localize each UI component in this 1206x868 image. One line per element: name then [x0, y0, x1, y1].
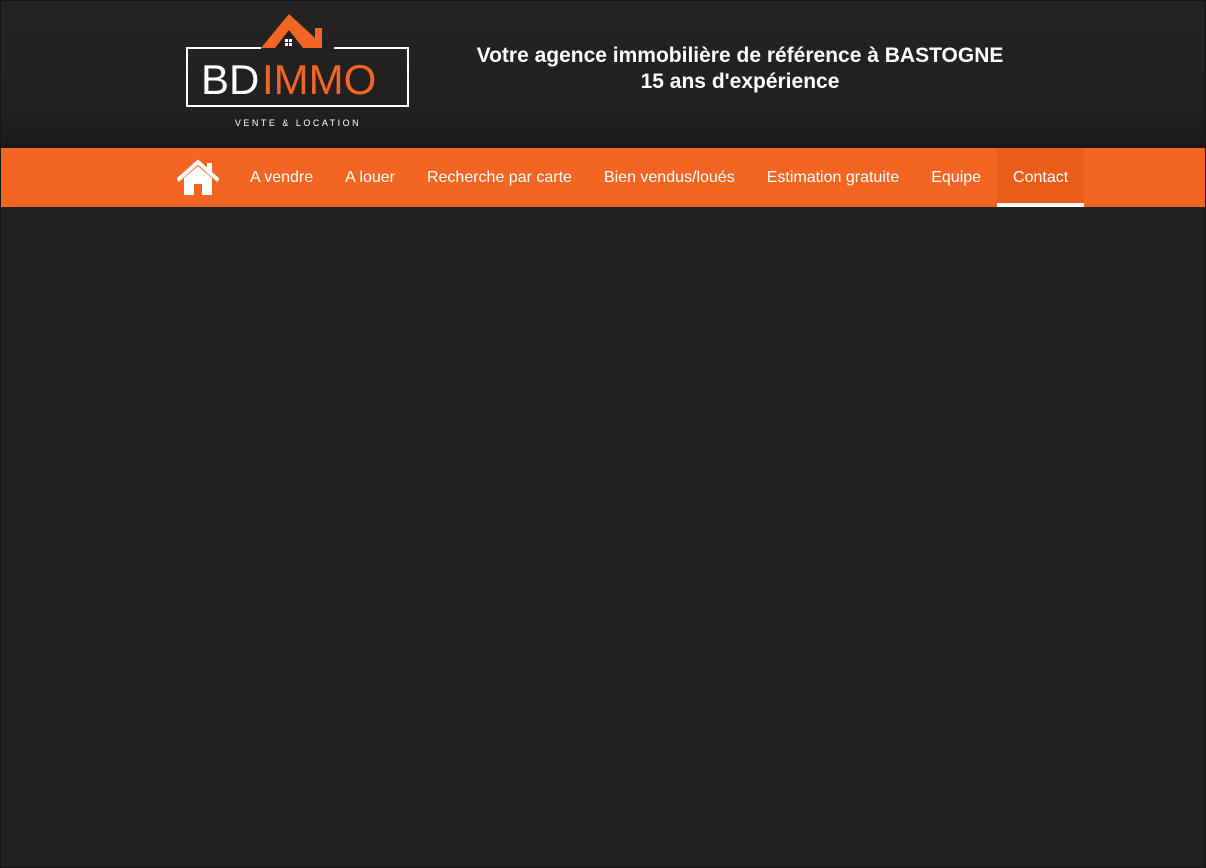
logo-subtitle: VENTE & LOCATION — [235, 118, 361, 128]
nav-item-a-louer[interactable]: A louer — [329, 148, 411, 207]
main-content-area — [1, 207, 1205, 867]
bdimmo-logo-graphic: BD IMMO VENTE & LOCATION — [186, 14, 409, 128]
site-logo[interactable]: BD IMMO VENTE & LOCATION — [185, 11, 411, 131]
site-header: BD IMMO VENTE & LOCATION Votre agence im… — [1, 1, 1205, 148]
main-navigation: A vendre A louer Recherche par carte Bie… — [1, 148, 1205, 207]
nav-item-estimation-gratuite[interactable]: Estimation gratuite — [751, 148, 916, 207]
nav-item-contact[interactable]: Contact — [997, 148, 1085, 207]
nav-item-a-vendre[interactable]: A vendre — [234, 148, 329, 207]
house-icon — [176, 159, 220, 195]
nav-menu: A vendre A louer Recherche par carte Bie… — [234, 148, 1085, 207]
agency-tagline: Votre agence immobilière de référence à … — [441, 43, 1039, 95]
logo-text-bd: BD — [201, 56, 259, 103]
nav-item-recherche-par-carte[interactable]: Recherche par carte — [411, 148, 588, 207]
nav-item-equipe[interactable]: Equipe — [915, 148, 997, 207]
nav-item-biens-vendus-loues[interactable]: Bien vendus/loués — [588, 148, 751, 207]
logo-text-immo: IMMO — [262, 56, 376, 103]
home-icon[interactable] — [176, 159, 220, 197]
tagline-line-2: 15 ans d'expérience — [640, 70, 840, 93]
tagline-line-1: Votre agence immobilière de référence à … — [476, 44, 1004, 67]
